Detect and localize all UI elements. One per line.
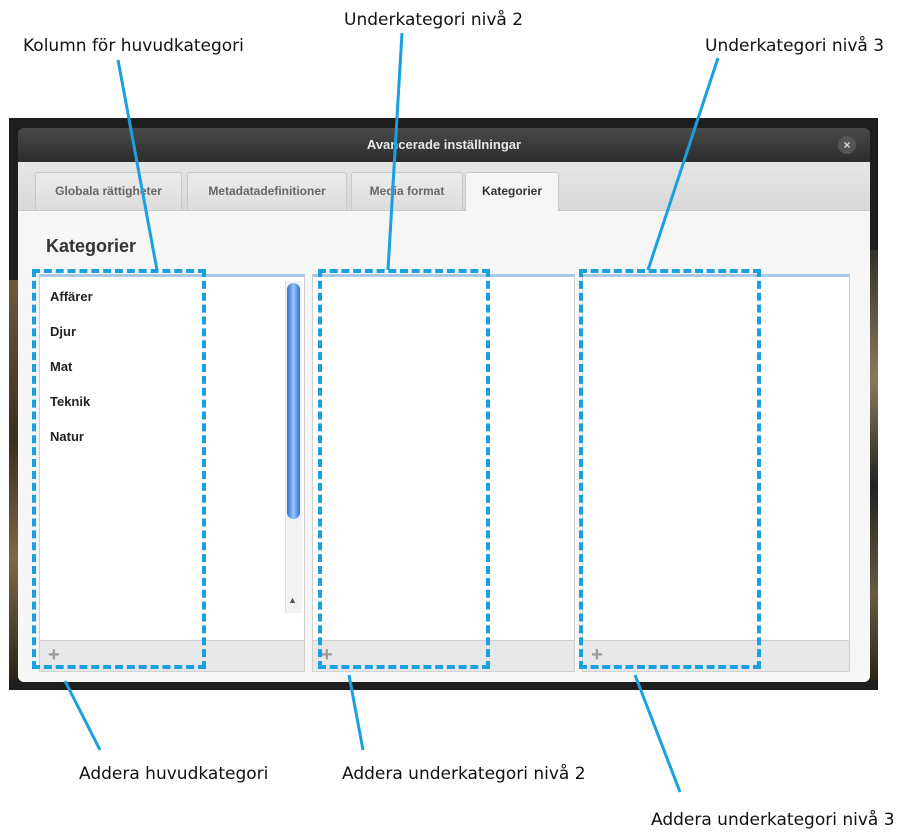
callout-line-add-main bbox=[63, 680, 102, 751]
callout-line-main-column bbox=[116, 59, 159, 271]
callout-line-add-sub3 bbox=[633, 674, 682, 793]
annotation-callout-lines bbox=[63, 32, 720, 793]
callout-line-level2 bbox=[386, 32, 404, 271]
callout-line-add-sub2 bbox=[347, 674, 365, 751]
callout-line-level3 bbox=[646, 57, 720, 271]
